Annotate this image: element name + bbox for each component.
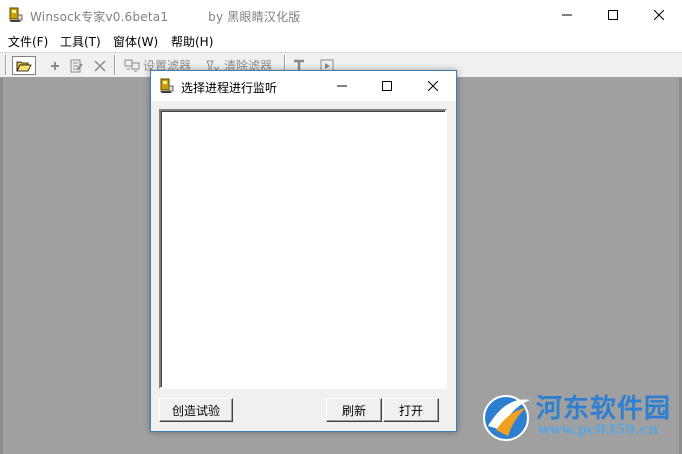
watermark-url: www.pc0359.cn	[538, 422, 659, 438]
open-file-button[interactable]	[12, 56, 36, 75]
folder-open-icon	[16, 61, 32, 71]
watermark-logo-icon	[483, 395, 530, 441]
delete-button[interactable]	[92, 56, 108, 75]
delete-x-icon	[94, 59, 106, 72]
plus-icon	[51, 61, 59, 70]
maximize-icon	[608, 10, 618, 20]
toolbar-separator	[114, 55, 116, 75]
toolbar-grip	[5, 55, 7, 75]
refresh-button[interactable]: 刷新	[326, 398, 382, 422]
maximize-icon	[382, 81, 392, 91]
watermark-name: 河东软件园	[536, 394, 672, 424]
menu-tools[interactable]: 工具(T)	[60, 33, 101, 50]
add-button[interactable]	[48, 56, 62, 75]
menu-bar: 文件(F) 工具(T) 窗体(W) 帮助(H)	[0, 30, 682, 52]
maximize-button[interactable]	[590, 0, 636, 30]
filter-monitor-icon	[124, 59, 140, 71]
create-test-button[interactable]: 创造试验	[159, 398, 233, 422]
dialog-minimize-button[interactable]	[319, 71, 365, 101]
dialog-titlebar: 选择进程进行监听	[151, 71, 456, 101]
document-edit-icon	[70, 59, 83, 72]
workspace-left-edge	[0, 78, 3, 454]
close-icon	[654, 10, 664, 20]
close-button[interactable]	[636, 0, 682, 30]
menu-window[interactable]: 窗体(W)	[113, 33, 158, 50]
menu-file[interactable]: 文件(F)	[8, 33, 48, 50]
dialog-close-button[interactable]	[410, 71, 456, 101]
dialog-maximize-button[interactable]	[364, 71, 410, 101]
app-icon	[8, 7, 24, 23]
minimize-icon	[337, 85, 347, 87]
select-process-dialog: 选择进程进行监听 创造试验 刷新 打开	[150, 70, 457, 432]
dialog-title: 选择进程进行监听	[181, 81, 278, 95]
main-titlebar: Winsock专家v0.6beta1 by 黑眼睛汉化版	[0, 0, 682, 30]
close-icon	[428, 81, 438, 91]
process-list[interactable]	[159, 109, 447, 389]
watermark: 河东软件园 www.pc0359.cn	[476, 380, 682, 454]
edit-packet-button[interactable]	[66, 56, 86, 75]
open-button[interactable]: 打开	[383, 398, 439, 422]
minimize-icon	[562, 14, 572, 16]
menu-help[interactable]: 帮助(H)	[171, 33, 213, 50]
dialog-app-icon	[159, 78, 175, 94]
app-title: Winsock专家v0.6beta1 by 黑眼睛汉化版	[30, 10, 301, 24]
minimize-button[interactable]	[544, 0, 590, 30]
